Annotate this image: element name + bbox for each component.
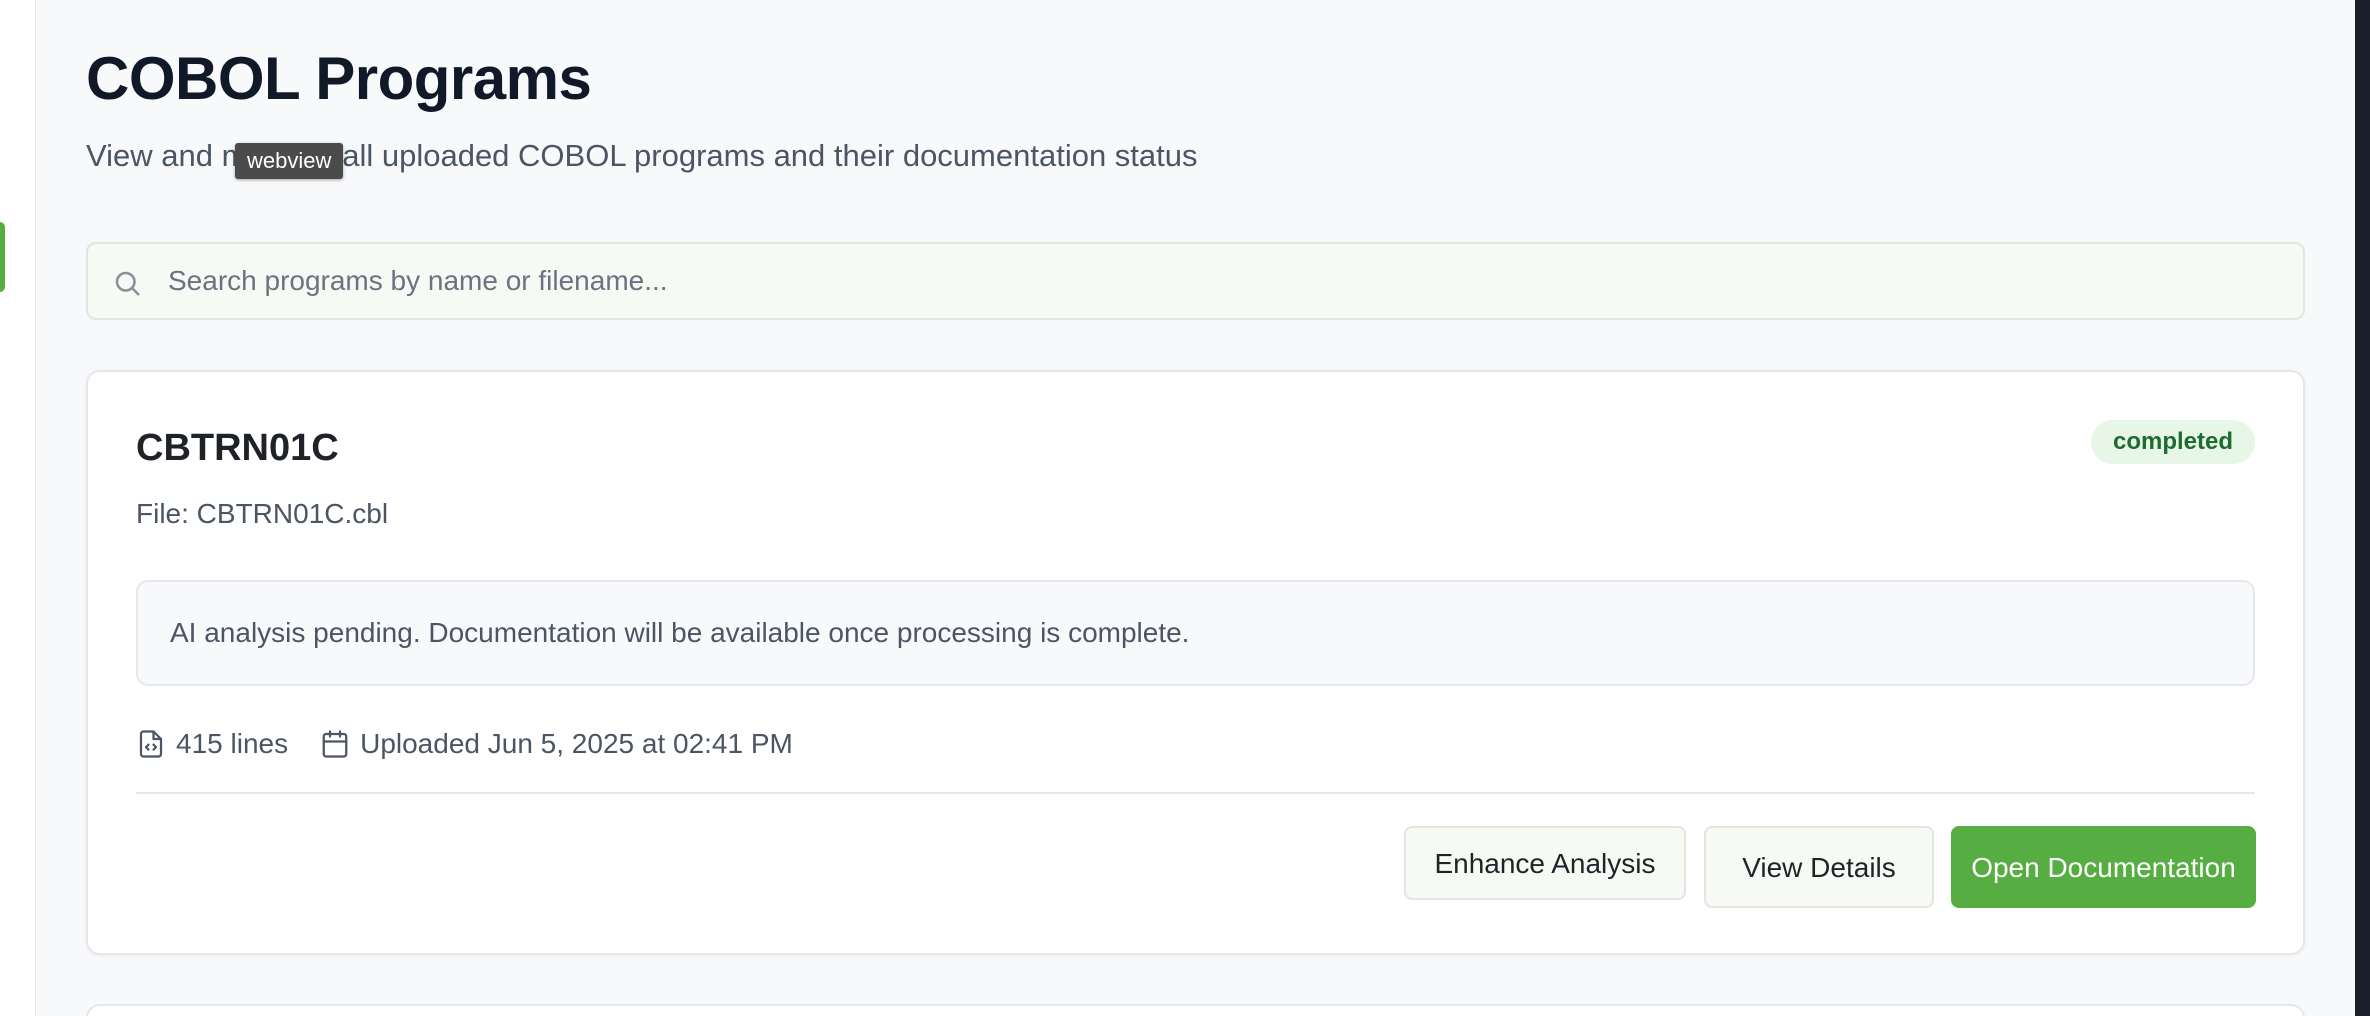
calendar-icon (320, 729, 350, 759)
open-documentation-button[interactable]: Open Documentation (1951, 826, 2256, 908)
enhance-analysis-button[interactable]: Enhance Analysis (1404, 826, 1686, 900)
card-divider (136, 792, 2255, 794)
analysis-notice-text: AI analysis pending. Documentation will … (170, 617, 1190, 648)
file-code-icon (136, 729, 166, 759)
app-window: COBOL Programs View and manage all uploa… (0, 0, 2370, 1016)
search-bar[interactable] (86, 242, 2305, 320)
upload-date: Uploaded Jun 5, 2025 at 02:41 PM (320, 728, 793, 760)
analysis-notice: AI analysis pending. Documentation will … (136, 580, 2255, 686)
program-card: CBTRN01C completed File: CBTRN01C.cbl AI… (86, 370, 2305, 955)
line-count: 415 lines (136, 728, 288, 760)
search-input[interactable] (168, 256, 2268, 306)
sidebar-active-indicator[interactable] (0, 222, 5, 292)
page-title: COBOL Programs (86, 45, 592, 112)
line-count-text: 415 lines (176, 728, 289, 759)
status-badge: completed (2090, 420, 2255, 464)
search-icon (112, 268, 142, 298)
upload-date-text: Uploaded Jun 5, 2025 at 02:41 PM (360, 728, 793, 759)
view-details-button[interactable]: View Details (1704, 826, 1934, 908)
program-meta: 415 lines Uploaded Jun 5, 2025 at 02:41 … (136, 724, 825, 764)
main-content: COBOL Programs View and manage all uploa… (37, 0, 2355, 1016)
window-edge (2355, 0, 2370, 1016)
sidebar (0, 0, 36, 1016)
program-name[interactable]: CBTRN01C (136, 424, 339, 472)
program-card-next (86, 1004, 2305, 1016)
webview-tooltip: webview (235, 143, 344, 179)
program-filename: File: CBTRN01C.cbl (136, 498, 389, 529)
